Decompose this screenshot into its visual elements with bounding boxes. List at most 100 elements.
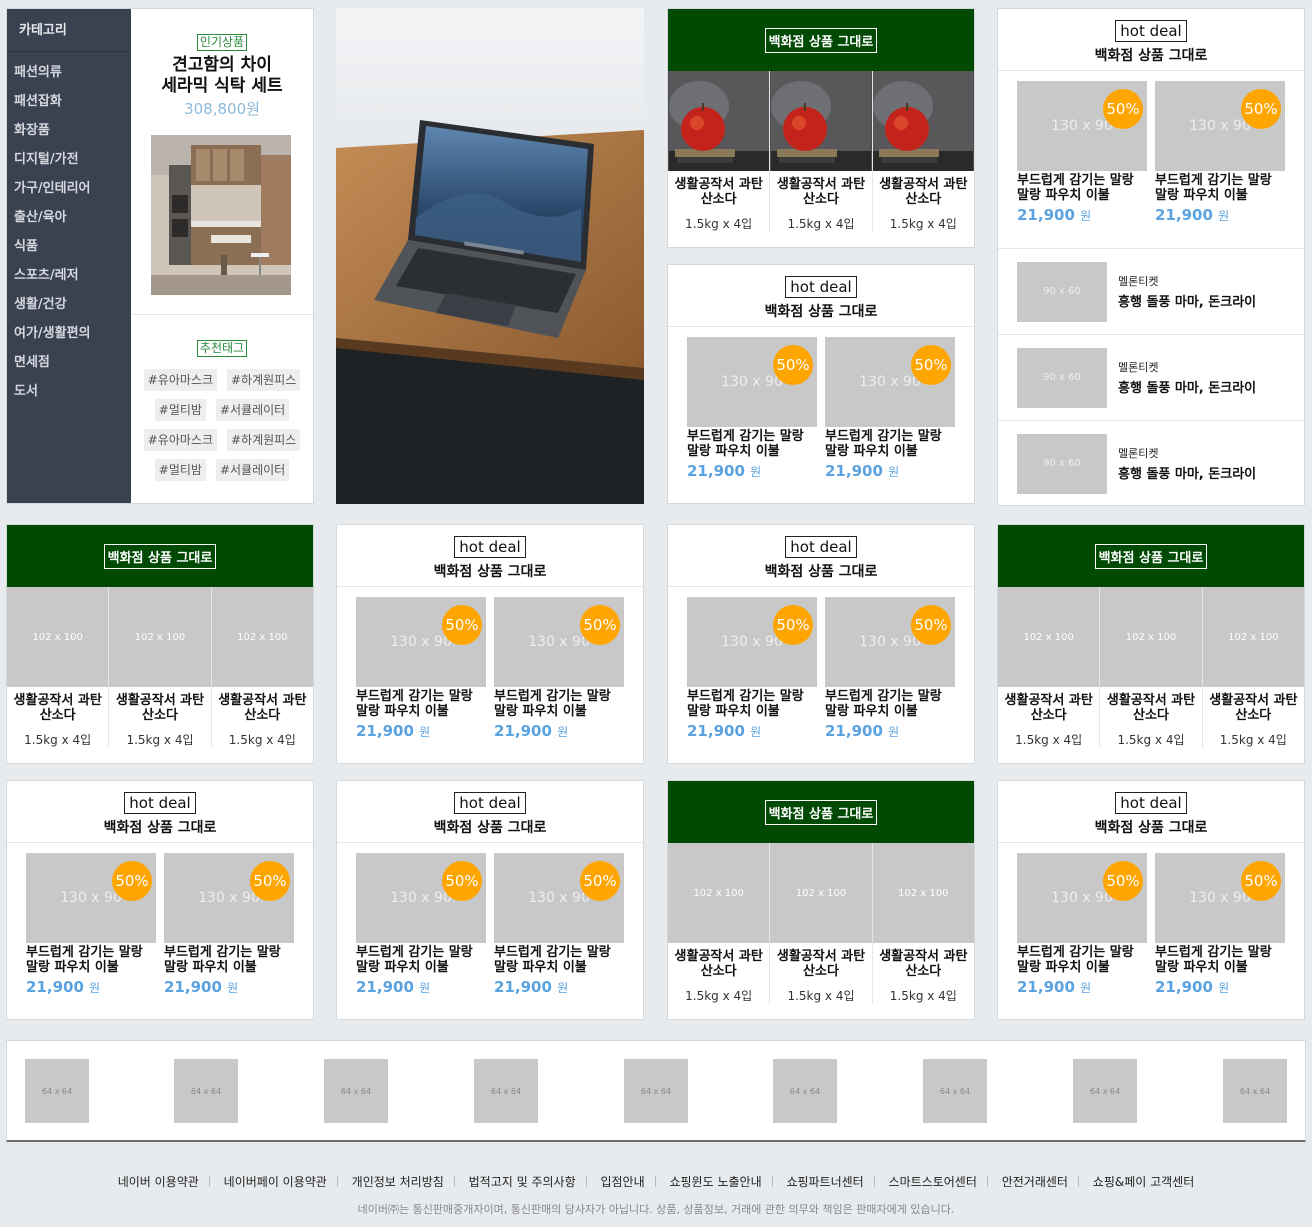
category-item[interactable]: 출산/육아 (7, 203, 131, 232)
hotdeal-card[interactable]: hot deal 백화점 상품 그대로 130 x 90 50% 부드럽게 감기는 … (336, 780, 644, 1020)
category-item[interactable]: 면세점 (7, 348, 131, 377)
product-price: 21,900 원 (1017, 978, 1147, 996)
product-item[interactable]: 102 x 100 생활공작서 과탄 산소다 1.5kg x 4입 (998, 587, 1101, 748)
divider (771, 1176, 773, 1187)
kitchen-image[interactable] (151, 135, 291, 295)
tag-link[interactable]: #하계원피스 (227, 429, 301, 451)
tag-link[interactable]: #멀티밤 (154, 399, 206, 421)
laptop-banner[interactable] (336, 8, 644, 504)
price-unit: 원 (419, 725, 431, 739)
product-item[interactable]: 130 x 90 50% 부드럽게 감기는 말랑 말랑 파우치 이불 21,900… (1017, 81, 1147, 248)
thumbnail[interactable]: 64 x 64 (1223, 1059, 1287, 1123)
price-unit: 원 (750, 465, 762, 479)
popular-product[interactable]: 인기상품 견고함의 차이 세라믹 식탁 세트 308,800원 (131, 9, 313, 315)
product-item[interactable]: 102 x 100 생활공작서 과탄 산소다 1.5kg x 4입 (109, 587, 212, 748)
tag-link[interactable]: #유아마스크 (143, 429, 217, 451)
product-row: 130 x 90 50% 부드럽게 감기는 말랑 말랑 파우치 이불 21,900… (668, 327, 974, 480)
product-item[interactable]: 130 x 90 50% 부드럽게 감기는 말랑 말랑 파우치 이불 21,900 원 (687, 597, 817, 740)
thumbnail[interactable]: 64 x 64 (25, 1059, 89, 1123)
product-row: 130 x 90 50% 부드럽게 감기는 말랑 말랑 파우치 이불 21,900 원 … (7, 843, 313, 996)
category-item[interactable]: 화장품 (7, 116, 131, 145)
category-item[interactable]: 패션의류 (7, 58, 131, 87)
footer-link-terms[interactable]: 네이버 이용약관 (118, 1175, 199, 1189)
product-item[interactable]: 130 x 90 50% 부드럽게 감기는 말랑 말랑 파우치 이불 21,900 원 (164, 853, 294, 996)
hotdeal-card[interactable]: hot deal 백화점 상품 그대로 130 x 90 50% 부드럽게 감기는 … (336, 524, 644, 764)
divider (585, 1176, 587, 1187)
product-item[interactable]: 생활공작서 과탄 산소다 1.5kg x 4입 (872, 71, 974, 232)
tag-link[interactable]: #서큘레이터 (215, 399, 290, 421)
tag-link[interactable]: #멀티밤 (154, 459, 206, 481)
category-item[interactable]: 디지털/가전 (7, 145, 131, 174)
ticket-item[interactable]: 90 x 60 멜론티켓 흥행 돌풍 마마, 돈크라이 (998, 334, 1304, 420)
footer-link-window[interactable]: 쇼핑윈도 노출안내 (669, 1175, 761, 1189)
category-item[interactable]: 생활/건강 (7, 290, 131, 319)
footer-link-partner[interactable]: 쇼핑파트너센터 (786, 1175, 863, 1189)
product-item[interactable]: 130 x 90 50% 부드럽게 감기는 말랑 말랑 파우치 이불 21,900… (687, 337, 817, 480)
product-item[interactable]: 130 x 90 50% 부드럽게 감기는 말랑 말랑 파우치 이불 21,900… (1155, 81, 1285, 248)
product-item[interactable]: 130 x 90 50% 부드럽게 감기는 말랑 말랑 파우치 이불 21,900 원 (356, 597, 486, 740)
dept-card[interactable]: 백화점 상품 그대로 102 x 100 생활공작서 과탄 산소다 1.5kg x 4… (667, 780, 975, 1020)
hotdeal-card[interactable]: hot deal 백화점 상품 그대로 130 x 90 50% 부드럽게 감기는 … (6, 780, 314, 1020)
category-item[interactable]: 가구/인테리어 (7, 174, 131, 203)
product-item[interactable]: 130 x 90 50% 부드럽게 감기는 말랑 말랑 파우치 이불 21,900 원 (494, 853, 624, 996)
tag-link[interactable]: #하계원피스 (227, 369, 301, 391)
product-item[interactable]: 102 x 100 생활공작서 과탄 산소다 1.5kg x 4입 (668, 843, 771, 1004)
dept-card[interactable]: 백화점 상품 그대로 102 x 100 생활공작서 과탄 산소다 1.5kg x 4… (997, 524, 1305, 764)
product-item[interactable]: 102 x 100 생활공작서 과탄 산소다 1.5kg x 4입 (770, 843, 873, 1004)
thumbnail[interactable]: 64 x 64 (923, 1059, 987, 1123)
product-item[interactable]: 130 x 90 50% 부드럽게 감기는 말랑 말랑 파우치 이불 21,900 원 (1155, 853, 1285, 996)
tag-link[interactable]: #유아마스크 (143, 369, 217, 391)
thumbnail[interactable]: 64 x 64 (474, 1059, 538, 1123)
hotdeal-card[interactable]: hot deal 백화점 상품 그대로 130 x 90 50% 부드럽게 감기는… (667, 264, 975, 504)
thumbnail[interactable]: 64 x 64 (624, 1059, 688, 1123)
tag-link[interactable]: #서큘레이터 (215, 459, 290, 481)
dept-card[interactable]: 백화점 상품 그대로 생활공작서 과탄 산소다 1.5kg x 4입 생활공작서… (667, 8, 975, 248)
thumbnail[interactable]: 64 x 64 (773, 1059, 837, 1123)
ticket-item[interactable]: 90 x 60 멜론티켓 흥행 돌풍 마마, 돈크라이 (998, 420, 1304, 505)
footer-link-smartstore[interactable]: 스마트스토어센터 (889, 1175, 977, 1189)
category-item[interactable]: 식품 (7, 232, 131, 261)
footer-link-legal[interactable]: 법적고지 및 주의사항 (469, 1175, 576, 1189)
product-image: 102 x 100 (1100, 587, 1202, 687)
footer-link-privacy[interactable]: 개인정보 처리방침 (352, 1175, 444, 1189)
footer-link-entry[interactable]: 입점안내 (600, 1175, 644, 1189)
product-item[interactable]: 130 x 90 50% 부드럽게 감기는 말랑 말랑 파우치 이불 21,900 원 (26, 853, 156, 996)
hotdeal-card[interactable]: hot deal 백화점 상품 그대로 130 x 90 50% 부드럽게 감기는 … (667, 524, 975, 764)
thumbnail[interactable]: 64 x 64 (324, 1059, 388, 1123)
product-item[interactable]: 생활공작서 과탄 산소다 1.5kg x 4입 (770, 71, 873, 232)
tag-row: #멀티밤 #서큘레이터 (131, 459, 313, 481)
product-item[interactable]: 102 x 100 생활공작서 과탄 산소다 1.5kg x 4입 (211, 587, 313, 748)
product-name-line2: 말랑 파우치 이불 (356, 704, 449, 719)
product-item[interactable]: 102 x 100 생활공작서 과탄 산소다 1.5kg x 4입 (7, 587, 110, 748)
thumbnail[interactable]: 64 x 64 (174, 1059, 238, 1123)
ticket-item[interactable]: 90 x 60 멜론티켓 흥행 돌풍 마마, 돈크라이 (998, 248, 1304, 334)
product-item[interactable]: 102 x 100 생활공작서 과탄 산소다 1.5kg x 4입 (1202, 587, 1304, 748)
product-name-line1: 생활공작서 과탄 (1004, 693, 1093, 708)
category-title: 카테고리 (7, 9, 131, 52)
popular-badge: 인기상품 (196, 34, 248, 51)
category-item[interactable]: 스포츠/레저 (7, 261, 131, 290)
category-item[interactable]: 도서 (7, 377, 131, 406)
product-item[interactable]: 102 x 100 생활공작서 과탄 산소다 1.5kg x 4입 (1100, 587, 1203, 748)
product-item[interactable]: 130 x 90 50% 부드럽게 감기는 말랑 말랑 파우치 이불 21,900 원 (1017, 853, 1147, 996)
product-item[interactable]: 130 x 90 50% 부드럽게 감기는 말랑 말랑 파우치 이불 21,900… (825, 337, 955, 480)
category-item[interactable]: 여가/생활편의 (7, 319, 131, 348)
product-item[interactable]: 130 x 90 50% 부드럽게 감기는 말랑 말랑 파우치 이불 21,900 원 (356, 853, 486, 996)
footer-link-support[interactable]: 쇼핑&페이 고객센터 (1093, 1175, 1195, 1189)
footer-link-safe[interactable]: 안전거래센터 (1002, 1175, 1068, 1189)
category-item[interactable]: 패션잡화 (7, 87, 131, 116)
divider (654, 1176, 656, 1187)
ticket-title: 흥행 돌풍 마마, 돈크라이 (1118, 381, 1257, 396)
product-name-line2: 산소다 (700, 192, 737, 207)
hotdeal-ticket-card: hot deal 백화점 상품 그대로 130 x 90 50% 부드럽게 감기는… (997, 8, 1305, 506)
product-item[interactable]: 130 x 90 50% 부드럽게 감기는 말랑 말랑 파우치 이불 21,900 원 (825, 597, 955, 740)
footer-link-pay-terms[interactable]: 네이버페이 이용약관 (224, 1175, 327, 1189)
hotdeal-card[interactable]: hot deal 백화점 상품 그대로 130 x 90 50% 부드럽게 감기는 … (997, 780, 1305, 1020)
dept-card[interactable]: 백화점 상품 그대로 102 x 100 생활공작서 과탄 산소다 1.5kg x 4… (6, 524, 314, 764)
thumbnail[interactable]: 64 x 64 (1073, 1059, 1137, 1123)
image-placeholder: 130 x 90 (1051, 890, 1113, 906)
price-unit: 원 (750, 725, 762, 739)
product-item[interactable]: 생활공작서 과탄 산소다 1.5kg x 4입 (668, 71, 771, 232)
product-item[interactable]: 130 x 90 50% 부드럽게 감기는 말랑 말랑 파우치 이불 21,900 원 (494, 597, 624, 740)
product-item[interactable]: 102 x 100 생활공작서 과탄 산소다 1.5kg x 4입 (872, 843, 974, 1004)
